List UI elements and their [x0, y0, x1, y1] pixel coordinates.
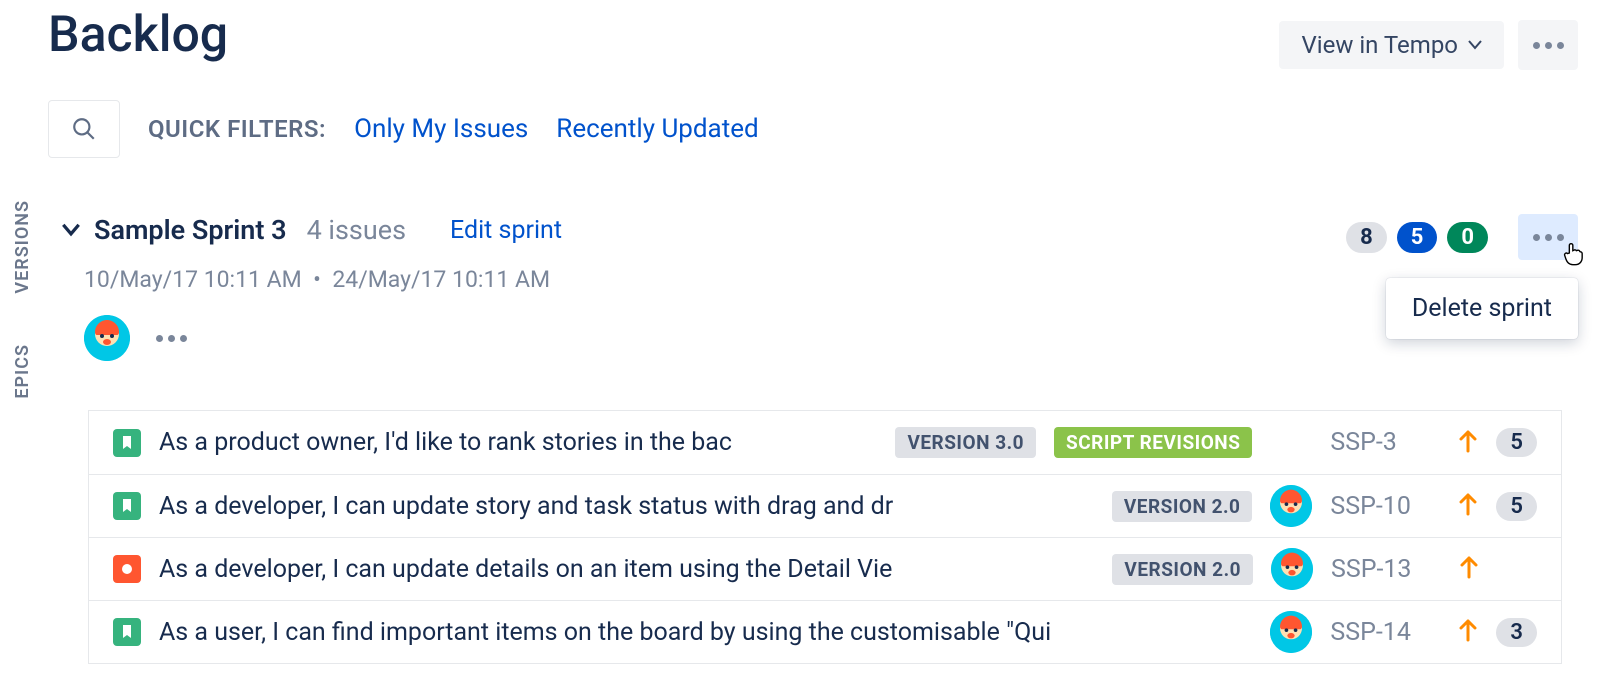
tab-epics[interactable]: EPICS [12, 344, 33, 399]
issue-row[interactable]: As a product owner, I'd like to rank sto… [89, 411, 1561, 474]
assignee-avatar[interactable] [1270, 611, 1312, 653]
issue-summary: As a developer, I can update story and t… [159, 492, 1094, 521]
assignee-avatar[interactable] [1271, 548, 1313, 590]
view-in-tempo-button[interactable]: View in Tempo [1279, 21, 1504, 69]
caret-down-icon [1468, 40, 1482, 50]
page-title: Backlog [48, 6, 228, 64]
priority-high-icon [1459, 555, 1479, 583]
sprint-name: Sample Sprint 3 [94, 214, 287, 246]
issue-summary: As a developer, I can update details on … [159, 555, 1094, 584]
estimate-badge: 5 [1496, 492, 1537, 521]
assignee-avatar[interactable] [1270, 485, 1312, 527]
issue-row[interactable]: As a user, I can find important items on… [89, 600, 1561, 663]
story-icon [113, 429, 141, 457]
version-lozenge: VERSION 3.0 [895, 427, 1036, 458]
search-button[interactable] [48, 100, 120, 158]
sprint-count-done: 0 [1447, 222, 1488, 253]
sprint-menu-popup: Delete sprint [1386, 278, 1578, 339]
epic-lozenge: SCRIPT REVISIONS [1054, 427, 1252, 458]
issue-summary: As a user, I can find important items on… [159, 618, 1252, 647]
chevron-down-icon[interactable] [62, 221, 80, 239]
assignee-more-button[interactable] [156, 335, 187, 342]
page-more-button[interactable] [1518, 20, 1578, 70]
issue-row[interactable]: As a developer, I can update story and t… [89, 474, 1561, 537]
sprint-issue-count: 4 issues [307, 214, 406, 246]
story-icon [113, 492, 141, 520]
filter-recently-updated[interactable]: Recently Updated [556, 114, 758, 144]
view-in-tempo-label: View in Tempo [1301, 31, 1458, 59]
filter-only-my-issues[interactable]: Only My Issues [354, 114, 528, 144]
issue-key[interactable]: SSP-14 [1330, 618, 1440, 647]
more-icon [1533, 234, 1564, 241]
search-icon [71, 116, 97, 142]
sprint-more-button[interactable] [1518, 214, 1578, 260]
version-lozenge: VERSION 2.0 [1112, 491, 1253, 522]
tab-versions[interactable]: VERSIONS [12, 200, 33, 294]
story-icon [113, 618, 141, 646]
priority-high-icon [1458, 492, 1478, 520]
quick-filters-label: QUICK FILTERS: [148, 115, 326, 143]
issue-key[interactable]: SSP-13 [1331, 555, 1441, 584]
issue-summary: As a product owner, I'd like to rank sto… [159, 428, 877, 457]
issue-key[interactable]: SSP-10 [1330, 492, 1440, 521]
menu-item-delete-sprint[interactable]: Delete sprint [1412, 294, 1552, 323]
issue-list: As a product owner, I'd like to rank sto… [88, 410, 1562, 664]
priority-high-icon [1458, 618, 1478, 646]
sprint-dates: 10/May/17 10:11 AM • 24/May/17 10:11 AM [84, 266, 1578, 293]
bug-icon [113, 555, 141, 583]
edit-sprint-link[interactable]: Edit sprint [450, 216, 562, 245]
estimate-badge: 5 [1496, 428, 1537, 457]
estimate-badge: 3 [1496, 618, 1537, 647]
priority-high-icon [1458, 429, 1478, 457]
version-lozenge: VERSION 2.0 [1112, 554, 1253, 585]
issue-row[interactable]: As a developer, I can update details on … [89, 537, 1561, 600]
sprint-count-todo: 8 [1346, 222, 1387, 253]
sprint-count-inprogress: 5 [1397, 222, 1438, 253]
avatar[interactable] [84, 315, 130, 361]
issue-key[interactable]: SSP-3 [1330, 428, 1440, 457]
more-icon [1533, 42, 1564, 49]
